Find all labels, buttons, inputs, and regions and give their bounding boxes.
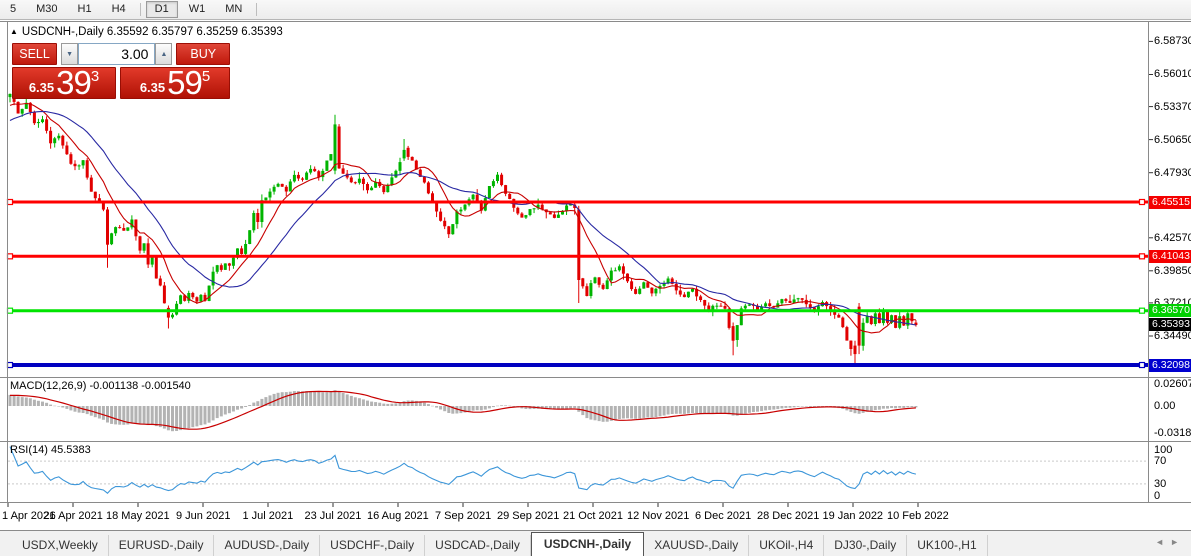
x-axis-label: 19 Jan 2022	[823, 510, 884, 522]
x-axis-label: 23 Jul 2021	[305, 510, 362, 522]
timeframe-button-mn[interactable]: MN	[216, 1, 251, 18]
tab-usdcad-daily[interactable]: USDCAD-,Daily	[425, 535, 531, 556]
volume-decrease-button[interactable]: ▼	[61, 43, 78, 65]
one-click-trade-widget: SELL ▼ 3.00 ▲ BUY 6.35393 6.35595	[12, 43, 230, 99]
buy-button[interactable]: BUY	[176, 43, 230, 65]
collapse-icon[interactable]: ▲	[10, 27, 18, 36]
macd-signal-line	[10, 391, 916, 429]
support-resistance-lines	[8, 200, 1149, 368]
tab-scroll-right-icon[interactable]: ►	[1170, 537, 1185, 547]
tab-usdcnh-daily[interactable]: USDCNH-,Daily	[531, 532, 644, 556]
y-axis-label: 6.56010	[1154, 68, 1191, 80]
x-axis-label: 18 May 2021	[106, 510, 170, 522]
price-badge: 6.41043	[1149, 250, 1191, 263]
x-axis-label: 29 Sep 2021	[497, 510, 559, 522]
toolbar-separator	[256, 3, 257, 16]
timeframe-button-d1[interactable]: D1	[146, 1, 178, 18]
tab-usdx-weekly[interactable]: USDX,Weekly	[12, 535, 109, 556]
macd-axis-label: -0.03187	[1154, 427, 1191, 439]
chevron-down-icon: ▼	[66, 51, 73, 58]
chevron-up-icon: ▲	[161, 51, 168, 58]
rsi-axis-label: 0	[1154, 490, 1160, 502]
x-axis-label: 6 Dec 2021	[695, 510, 751, 522]
candlestick-series	[9, 90, 918, 365]
price-badge: 6.45515	[1149, 196, 1191, 209]
timeframe-button-m30[interactable]: M30	[27, 1, 66, 18]
tab-usdchf-daily[interactable]: USDCHF-,Daily	[320, 535, 425, 556]
tab-scroll-arrows: ◄►	[1155, 537, 1185, 547]
x-axis-label: 7 Sep 2021	[435, 510, 491, 522]
sell-price-display[interactable]: 6.35393	[12, 67, 116, 99]
volume-increase-button[interactable]: ▲	[155, 43, 172, 65]
x-axis-label: 12 Nov 2021	[627, 510, 689, 522]
x-axis-label: 1 Jul 2021	[243, 510, 294, 522]
y-axis-label: 6.47930	[1154, 167, 1191, 179]
tab-ukoil-h4[interactable]: UKOil-,H4	[749, 535, 824, 556]
price-badge: 6.36570	[1149, 304, 1191, 317]
buy-price-display[interactable]: 6.35595	[120, 67, 230, 99]
chart-ohlc-values: 6.35592 6.35797 6.35259 6.35393	[107, 26, 283, 38]
rsi-line	[8, 447, 1148, 494]
sell-button[interactable]: SELL	[12, 43, 57, 65]
tab-eurusd-daily[interactable]: EURUSD-,Daily	[109, 535, 215, 556]
tab-uk100-h1[interactable]: UK100-,H1	[907, 535, 987, 556]
y-axis-label: 6.58730	[1154, 35, 1191, 47]
y-axis-label: 6.34490	[1154, 330, 1191, 342]
ma-fast-line	[10, 104, 916, 333]
y-axis-label: 6.39850	[1154, 265, 1191, 277]
x-axis-label: 28 Dec 2021	[757, 510, 819, 522]
tab-audusd-daily[interactable]: AUDUSD-,Daily	[214, 535, 320, 556]
timeframe-button-5[interactable]: 5	[1, 1, 25, 18]
timeframe-toolbar: 5M30H1H4 D1W1MN	[0, 0, 1191, 19]
x-axis-label: 16 Aug 2021	[367, 510, 429, 522]
macd-axis-label: 0.02607	[1154, 378, 1191, 390]
toolbar-separator	[140, 3, 141, 16]
x-axis-label: 10 Feb 2022	[887, 510, 949, 522]
tab-xauusd-daily[interactable]: XAUUSD-,Daily	[644, 535, 749, 556]
price-badge: 6.32098	[1149, 359, 1191, 372]
mt4-window: 5M30H1H4D1W1MN ▲USDCNH-,Daily 6.35592 6.…	[0, 0, 1191, 556]
buy-price-handle: 6.35	[140, 80, 165, 95]
symbol-tab-bar: USDX,WeeklyEURUSD-,DailyAUDUSD-,DailyUSD…	[0, 531, 1191, 556]
macd-label: MACD(12,26,9) -0.001138 -0.001540	[10, 380, 191, 392]
price-badge: 6.35393	[1149, 318, 1191, 331]
y-axis-label: 6.53370	[1154, 101, 1191, 113]
buy-price-big: 59	[167, 68, 202, 98]
tab-dj30-daily[interactable]: DJ30-,Daily	[824, 535, 907, 556]
y-axis-label: 6.42570	[1154, 232, 1191, 244]
rsi-axis-label: 30	[1154, 478, 1166, 490]
rsi-label: RSI(14) 45.5383	[10, 444, 91, 456]
timeframe-button-h4[interactable]: H4	[103, 1, 135, 18]
timeframe-button-w1[interactable]: W1	[180, 1, 215, 18]
axis-ticks	[8, 41, 1153, 507]
x-axis-label: 21 Oct 2021	[563, 510, 623, 522]
sell-price-pip: 3	[91, 69, 99, 84]
sell-price-handle: 6.35	[29, 80, 54, 95]
buy-price-pip: 5	[202, 69, 210, 84]
x-axis-label: 26 Apr 2021	[44, 510, 103, 522]
rsi-axis-label: 70	[1154, 455, 1166, 467]
sell-price-big: 39	[56, 68, 91, 98]
timeframe-button-h1[interactable]: H1	[69, 1, 101, 18]
y-axis-label: 6.50650	[1154, 134, 1191, 146]
tab-scroll-left-icon[interactable]: ◄	[1155, 537, 1170, 547]
x-axis-label: 9 Jun 2021	[176, 510, 230, 522]
chart-title: USDCNH-,Daily	[22, 26, 104, 38]
ma-slow-line	[10, 111, 916, 325]
volume-input[interactable]: 3.00	[78, 43, 155, 65]
macd-axis-label: 0.00	[1154, 400, 1175, 412]
chart-header: ▲ USDCNH-,Daily 6.35592 6.35797 6.35259 6…	[10, 26, 283, 38]
macd-histogram	[9, 390, 918, 431]
